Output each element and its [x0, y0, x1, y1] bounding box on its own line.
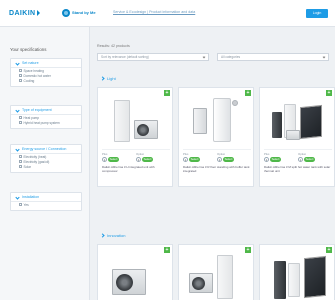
product-card[interactable]: + — [97, 244, 173, 300]
quantity-indicator[interactable]: 1 — [183, 157, 188, 162]
results-area: Results: 42 products Sort by relevance (… — [90, 27, 335, 300]
chevron-down-icon — [15, 60, 20, 66]
filter-option-label: Hybrid heat pump system — [23, 120, 60, 125]
filter-option[interactable]: Yes — [11, 202, 81, 207]
product-card[interactable]: + Plus Option 1 Select 1 Select Daikin A… — [97, 87, 173, 187]
option-label: Option — [136, 152, 145, 156]
product-card[interactable]: + — [178, 244, 254, 300]
sidebar-title: Your specifications — [10, 47, 47, 52]
select-badge[interactable]: Select — [142, 157, 153, 162]
quantity-indicator[interactable]: 1 — [136, 157, 141, 162]
filter-header[interactable]: Type of equipment — [11, 106, 81, 115]
product-card[interactable]: + Plus Option 1 Select 1 Select Daikin A… — [259, 87, 335, 187]
option-label: Plus — [183, 152, 189, 156]
product-options: Plus Option 1 Select 1 Select — [264, 149, 332, 163]
brand-subtitle: Stand by Me — [72, 10, 96, 15]
checkbox[interactable] — [19, 155, 22, 158]
filter-header[interactable]: Installation — [11, 193, 81, 202]
filter-header[interactable]: Energy source / Connection — [11, 145, 81, 154]
category-select-value: All categories — [221, 55, 241, 59]
filter-group-equipment: Type of equipment Heat pump Hybrid heat … — [10, 105, 82, 129]
chevron-right-icon — [100, 76, 105, 81]
header-link[interactable]: Service & Ecodesign | Product informatio… — [113, 10, 195, 14]
filter-group-installation: Installation Yes — [10, 192, 82, 211]
section-title-innovation[interactable]: Innovation — [100, 233, 126, 238]
product-name[interactable]: Daikin Altherma 3 H integrated unit with… — [102, 165, 170, 173]
select-badge[interactable]: Select — [304, 157, 315, 162]
option-label: Plus — [102, 152, 108, 156]
product-image — [264, 94, 332, 146]
select-badge[interactable]: Select — [223, 157, 234, 162]
filter-group-energy: Energy source / Connection Electricity (… — [10, 144, 82, 173]
filter-option-label: Yes — [23, 202, 29, 207]
filter-header[interactable]: Set nature — [11, 59, 81, 68]
checkbox[interactable] — [19, 79, 22, 82]
sort-select-value: Sort by relevance (default sorting) — [101, 55, 149, 59]
logo-mark-icon — [36, 10, 40, 16]
top-bar: DAIKIN Stand by Me Service & Ecodesign |… — [0, 0, 335, 27]
daikin-logo[interactable]: DAIKIN — [9, 8, 40, 18]
filter-option-label: Electricity (gas/oil) — [23, 159, 50, 164]
quantity-indicator[interactable]: 1 — [102, 157, 107, 162]
select-badge[interactable]: Select — [270, 157, 281, 162]
globe-icon — [62, 9, 70, 17]
checkbox[interactable] — [19, 165, 22, 168]
checkbox[interactable] — [19, 74, 22, 77]
category-select[interactable]: All categories — [217, 53, 329, 61]
product-image — [264, 251, 332, 300]
logo-text: DAIKIN — [9, 9, 36, 17]
checkbox[interactable] — [19, 160, 22, 163]
filter-label: Installation — [22, 195, 40, 199]
filter-sidebar: Your specifications Set nature Space hea… — [0, 27, 90, 300]
filter-option-label: Solar — [23, 164, 31, 169]
filter-group-nature: Set nature Space heating Domestic hot wa… — [10, 58, 82, 87]
chevron-down-icon — [15, 107, 20, 113]
filter-label: Energy source / Connection — [22, 147, 67, 151]
filter-option-label: Cooling — [23, 78, 35, 83]
product-image — [102, 94, 170, 146]
section-title-label: Light — [107, 76, 116, 81]
chevron-down-icon — [15, 146, 20, 152]
chevron-down-icon — [15, 194, 20, 200]
product-image — [102, 251, 170, 300]
option-label: Option — [298, 152, 307, 156]
quantity-indicator[interactable]: 1 — [298, 157, 303, 162]
quantity-indicator[interactable]: 1 — [264, 157, 269, 162]
quantity-indicator[interactable]: 1 — [217, 157, 222, 162]
checkbox[interactable] — [19, 203, 22, 206]
select-badge[interactable]: Select — [189, 157, 200, 162]
filter-option-label: Space heating — [23, 68, 44, 73]
filter-option[interactable]: Cooling — [11, 78, 81, 83]
product-options: Plus Option 1 Select 1 Select — [183, 149, 251, 163]
checkbox[interactable] — [19, 116, 22, 119]
product-name[interactable]: Daikin Altherma 3 M split hot water tank… — [264, 165, 332, 173]
filter-label: Type of equipment — [22, 108, 52, 112]
product-image — [183, 251, 251, 300]
filter-option-label: Heat pump — [23, 115, 40, 120]
sort-select[interactable]: Sort by relevance (default sorting) — [97, 53, 209, 61]
select-badge[interactable]: Select — [108, 157, 119, 162]
chevron-down-icon — [202, 55, 206, 59]
filter-option[interactable]: Solar — [11, 164, 81, 169]
checkbox[interactable] — [19, 69, 22, 72]
option-label: Plus — [264, 152, 270, 156]
filter-option-label: Electricity (heat) — [23, 154, 47, 159]
product-image — [183, 94, 251, 146]
filter-option-label: Domestic hot water — [23, 73, 51, 78]
product-name[interactable]: Daikin Altherma 3 R floor standing with … — [183, 165, 251, 173]
results-count: Results: 42 products — [97, 44, 130, 48]
product-options: Plus Option 1 Select 1 Select — [102, 149, 170, 163]
filter-label: Set nature — [22, 61, 39, 65]
login-button[interactable]: Login — [306, 9, 328, 18]
filter-option[interactable]: Hybrid heat pump system — [11, 120, 81, 125]
checkbox[interactable] — [19, 121, 22, 124]
option-label: Option — [217, 152, 226, 156]
chevron-right-icon — [100, 233, 105, 238]
section-title-label: Innovation — [107, 233, 126, 238]
section-title-light[interactable]: Light — [100, 76, 116, 81]
product-card[interactable]: + Plus Option 1 Select 1 Select Daikin A… — [178, 87, 254, 187]
product-card[interactable]: + — [259, 244, 335, 300]
chevron-down-icon — [322, 55, 326, 59]
